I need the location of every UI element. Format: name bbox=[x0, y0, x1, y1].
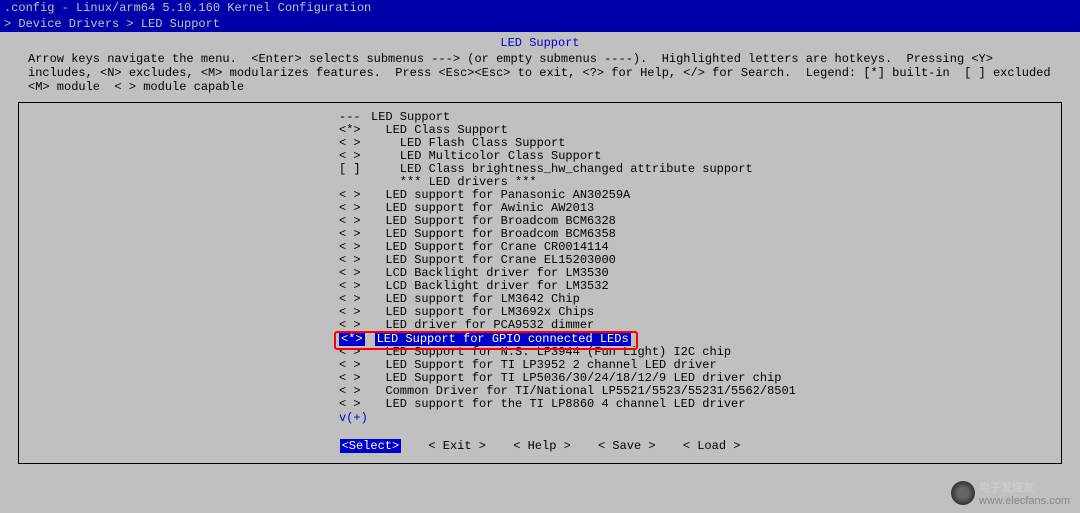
save-button[interactable]: < Save > bbox=[598, 439, 656, 453]
select-button[interactable]: <Select> bbox=[340, 439, 402, 453]
watermark-line1: 电子发烧友 bbox=[979, 479, 1070, 495]
menu-list[interactable]: ---LED Support<*> LED Class Support< > L… bbox=[339, 111, 1061, 411]
watermark-line2: www.elecfans.com bbox=[979, 495, 1070, 507]
menu-box: ---LED Support<*> LED Class Support< > L… bbox=[18, 102, 1062, 464]
page-title: LED Support bbox=[8, 36, 1072, 50]
watermark: 电子发烧友 www.elecfans.com bbox=[951, 479, 1070, 507]
window-titlebar: .config - Linux/arm64 5.10.160 Kernel Co… bbox=[0, 0, 1080, 16]
exit-button[interactable]: < Exit > bbox=[428, 439, 486, 453]
menu-item[interactable]: < > LED support for the TI LP8860 4 chan… bbox=[339, 398, 1061, 411]
help-text: Arrow keys navigate the menu. <Enter> se… bbox=[28, 52, 1052, 94]
main-area: LED Support Arrow keys navigate the menu… bbox=[0, 32, 1080, 513]
breadcrumb: > Device Drivers > LED Support bbox=[0, 16, 1080, 32]
scroll-indicator: v(+) bbox=[339, 411, 1061, 425]
menu-item[interactable]: < > LED driver for PCA9532 dimmer bbox=[339, 319, 1061, 332]
button-bar: <Select> < Exit > < Help > < Save > < Lo… bbox=[19, 439, 1061, 453]
watermark-icon bbox=[951, 481, 975, 505]
help-button[interactable]: < Help > bbox=[513, 439, 571, 453]
load-button[interactable]: < Load > bbox=[683, 439, 741, 453]
